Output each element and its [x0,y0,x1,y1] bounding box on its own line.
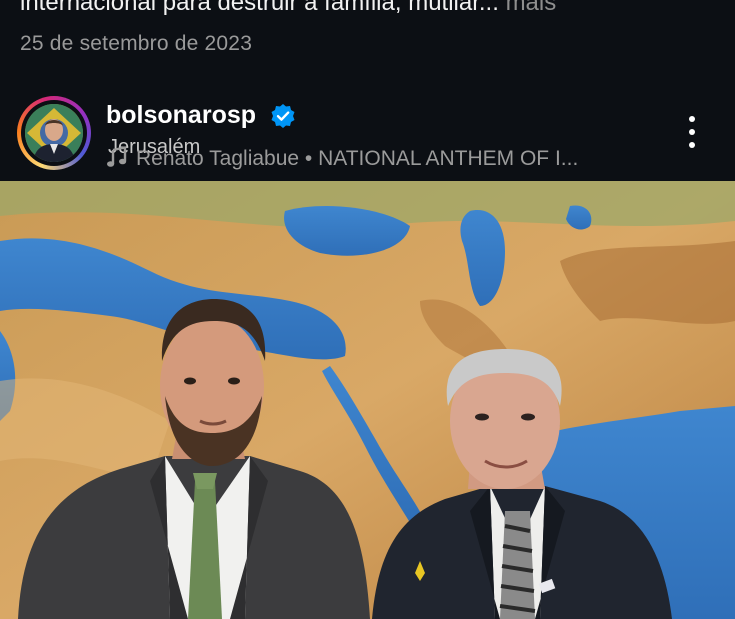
more-options-icon[interactable] [679,114,705,150]
post-header: bolsonarosp Jerusalém Renato Tagliabue •… [0,92,735,180]
photo-map-two-men [0,181,735,619]
more-link[interactable]: mais [506,0,557,16]
avatar-portrait-icon [25,104,83,162]
post-caption: internacional para destruir a família, m… [20,0,556,18]
avatar[interactable] [25,104,83,162]
post-image[interactable] [0,181,735,619]
audio-link[interactable]: Renato Tagliabue • NATIONAL ANTHEM OF I.… [106,146,578,171]
audio-title: Renato Tagliabue • NATIONAL ANTHEM OF I.… [136,147,579,170]
post-date: 25 de setembro de 2023 [20,32,253,55]
caption-text: internacional para destruir a família, m… [20,0,499,16]
story-ring[interactable] [17,96,91,170]
verified-badge-icon [271,104,295,128]
username[interactable]: bolsonarosp [106,100,256,130]
music-note-icon [107,146,127,167]
